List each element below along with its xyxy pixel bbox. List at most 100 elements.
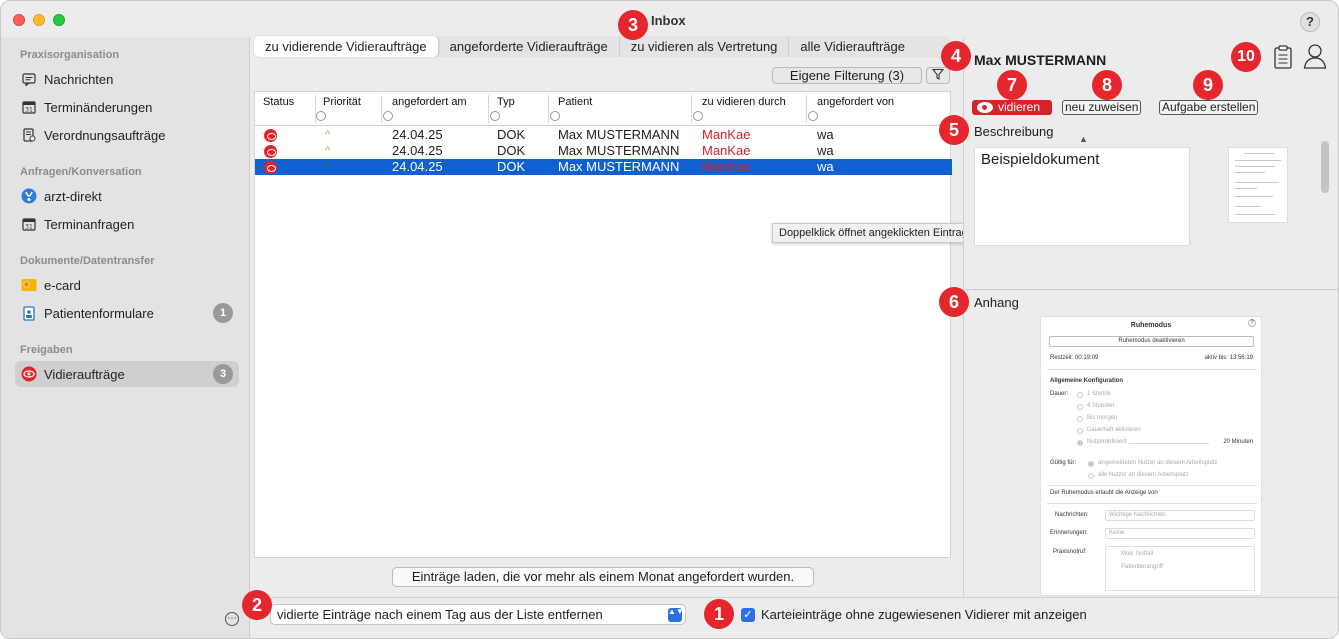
- preview-rest: Restzeit: 00:19:09: [1050, 355, 1099, 361]
- reassign-button[interactable]: neu zuweisen: [1062, 100, 1142, 115]
- document-thumbnail[interactable]: [1228, 147, 1288, 223]
- select-value: vidierte Einträge nach einem Tag aus der…: [277, 607, 603, 622]
- column-header-angefordert-am[interactable]: angefordert am: [392, 96, 467, 108]
- filter-funnel-button[interactable]: [926, 67, 950, 84]
- custom-filter-button[interactable]: Eigene Filterung (3): [772, 67, 922, 84]
- collapse-arrow-icon[interactable]: ▲: [1079, 134, 1088, 144]
- description-scrollbar[interactable]: [1321, 141, 1329, 193]
- sidebar-item-vidierauftraege[interactable]: Vidieraufträge 3: [15, 361, 239, 387]
- sidebar-section-dokumente: Dokumente/Datentransfer: [20, 255, 155, 267]
- clipboard-icon[interactable]: [1274, 45, 1292, 69]
- zoom-window-button[interactable]: [53, 14, 65, 26]
- thumb-line: [1235, 188, 1257, 189]
- show-unassigned-checkbox[interactable]: ✓: [741, 608, 755, 622]
- column-filter-circle[interactable]: [550, 111, 560, 121]
- thumb-line: [1235, 172, 1265, 173]
- window-title: Inbox: [651, 13, 686, 28]
- panel-divider[interactable]: [964, 289, 1338, 290]
- column-header-patient[interactable]: Patient: [558, 96, 592, 108]
- sidebar-item-arzt-direkt[interactable]: arzt-direkt: [15, 183, 239, 209]
- cell-type: DOK: [497, 159, 526, 174]
- column-separator[interactable]: [315, 95, 316, 123]
- preview-opt3: Bis morgen: [1087, 415, 1118, 421]
- preview-emergency: Praxisnotruf:: [1053, 549, 1087, 555]
- minimize-window-button[interactable]: [33, 14, 45, 26]
- preview-messages-val: Wichtige Nachrichten: [1109, 512, 1166, 518]
- column-separator[interactable]: [806, 95, 807, 123]
- sidebar-item-e-card[interactable]: e-card: [15, 272, 239, 298]
- column-filter-circle[interactable]: [316, 111, 326, 121]
- column-separator[interactable]: [381, 95, 382, 123]
- preview-radio: [1077, 428, 1083, 434]
- sidebar-item-label: e-card: [44, 277, 81, 293]
- sidebar-item-label: Terminänderungen: [44, 99, 153, 115]
- person-icon[interactable]: [1303, 43, 1327, 69]
- arzt-direkt-icon: [21, 188, 37, 204]
- load-older-entries-button[interactable]: Einträge laden, die vor mehr als einem M…: [392, 567, 814, 587]
- cell-assignee: ManKae: [702, 143, 751, 158]
- vidier-table: Status Priorität angefordert am Typ Pati…: [254, 91, 952, 558]
- svg-text:31: 31: [25, 107, 33, 114]
- column-filter-circle[interactable]: [383, 111, 393, 121]
- cell-patient: Max MUSTERMANN: [558, 143, 680, 158]
- marker-6: 6: [939, 287, 969, 317]
- sidebar-item-label: Terminanfragen: [44, 216, 135, 232]
- column-header-angefordert-von[interactable]: angefordert von: [817, 96, 894, 108]
- attachment-title: Anhang: [974, 295, 1019, 310]
- cell-type: DOK: [497, 127, 526, 142]
- column-separator[interactable]: [548, 95, 549, 123]
- cell-requester: wa: [817, 127, 834, 142]
- preview-duration: Dauer:: [1050, 391, 1069, 397]
- marker-8: 8: [1092, 70, 1122, 100]
- title-bar: Inbox ?: [1, 1, 1338, 37]
- sidebar-item-label: Nachrichten: [44, 71, 114, 87]
- remove-entries-select[interactable]: vidierte Einträge nach einem Tag aus der…: [270, 604, 686, 625]
- help-button[interactable]: ?: [1300, 12, 1320, 32]
- tab-vertretung[interactable]: zu vidieren als Vertretung: [620, 36, 790, 57]
- preview-valid: Gültig für:: [1050, 460, 1077, 466]
- sidebar-item-nachrichten[interactable]: Nachrichten: [15, 66, 239, 92]
- column-separator[interactable]: [488, 95, 489, 123]
- description-text[interactable]: Beispieldokument: [974, 147, 1190, 246]
- marker-9: 9: [1193, 70, 1223, 100]
- sidebar-item-terminanfragen[interactable]: 31 Terminanfragen: [15, 211, 239, 237]
- marker-3: 3: [618, 10, 648, 40]
- sidebar-item-terminaenderungen[interactable]: 31 Terminänderungen: [15, 94, 239, 120]
- preview-line: [1047, 503, 1257, 504]
- tab-zu-vidierende[interactable]: zu vidierende Vidieraufträge: [254, 36, 439, 57]
- cell-patient: Max MUSTERMANN: [558, 159, 680, 174]
- table-row[interactable]: ^ 24.04.25 DOK Max MUSTERMANN ManKae wa: [255, 143, 952, 159]
- form-icon: [21, 305, 37, 321]
- column-filter-circle[interactable]: [693, 111, 703, 121]
- tab-alle[interactable]: alle Vidieraufträge: [789, 36, 916, 57]
- column-header-typ[interactable]: Typ: [497, 96, 515, 108]
- cell-requester: wa: [817, 159, 834, 174]
- create-task-button[interactable]: Aufgabe erstellen: [1159, 100, 1259, 115]
- preview-allows: Der Ruhemodus erlaubt die Anzeige von: [1050, 490, 1158, 496]
- attachment-preview[interactable]: Ruhemodus ? Ruhemodus deaktivieren Restz…: [1040, 316, 1262, 596]
- marker-4: 4: [941, 41, 971, 71]
- column-filter-circle[interactable]: [490, 111, 500, 121]
- eye-icon: [977, 102, 993, 113]
- sidebar-item-patientenformulare[interactable]: Patientenformulare 1: [15, 300, 239, 326]
- sidebar-item-verordnungsauftraege[interactable]: Verordnungsaufträge: [15, 122, 239, 148]
- patient-name: Max MUSTERMANN: [974, 52, 1107, 68]
- preview-valid1: angemeldeten Nutzer an diesem Arbeitspla…: [1098, 460, 1218, 466]
- prescription-icon: [21, 127, 37, 143]
- column-header-prioritaet[interactable]: Priorität: [323, 96, 361, 108]
- more-options-icon[interactable]: ⋯: [225, 612, 239, 626]
- cell-type: DOK: [497, 143, 526, 158]
- ecard-icon: [21, 277, 37, 293]
- table-row[interactable]: ^ 24.04.25 DOK Max MUSTERMANN ManKae wa: [255, 127, 952, 143]
- column-header-zu-vidieren-durch[interactable]: zu vidieren durch: [702, 96, 786, 108]
- table-row-selected[interactable]: ^ 24.04.25 DOK Max MUSTERMANN ManKae wa: [255, 159, 952, 175]
- marker-5: 5: [939, 115, 969, 145]
- column-header-status[interactable]: Status: [263, 96, 294, 108]
- tab-angeforderte[interactable]: angeforderte Vidieraufträge: [439, 36, 620, 57]
- column-filter-circle[interactable]: [808, 111, 818, 121]
- close-window-button[interactable]: [13, 14, 25, 26]
- calendar-icon: 31: [21, 99, 37, 115]
- funnel-icon: [931, 68, 945, 80]
- column-separator[interactable]: [691, 95, 692, 123]
- vidieren-button[interactable]: vidieren: [972, 100, 1052, 115]
